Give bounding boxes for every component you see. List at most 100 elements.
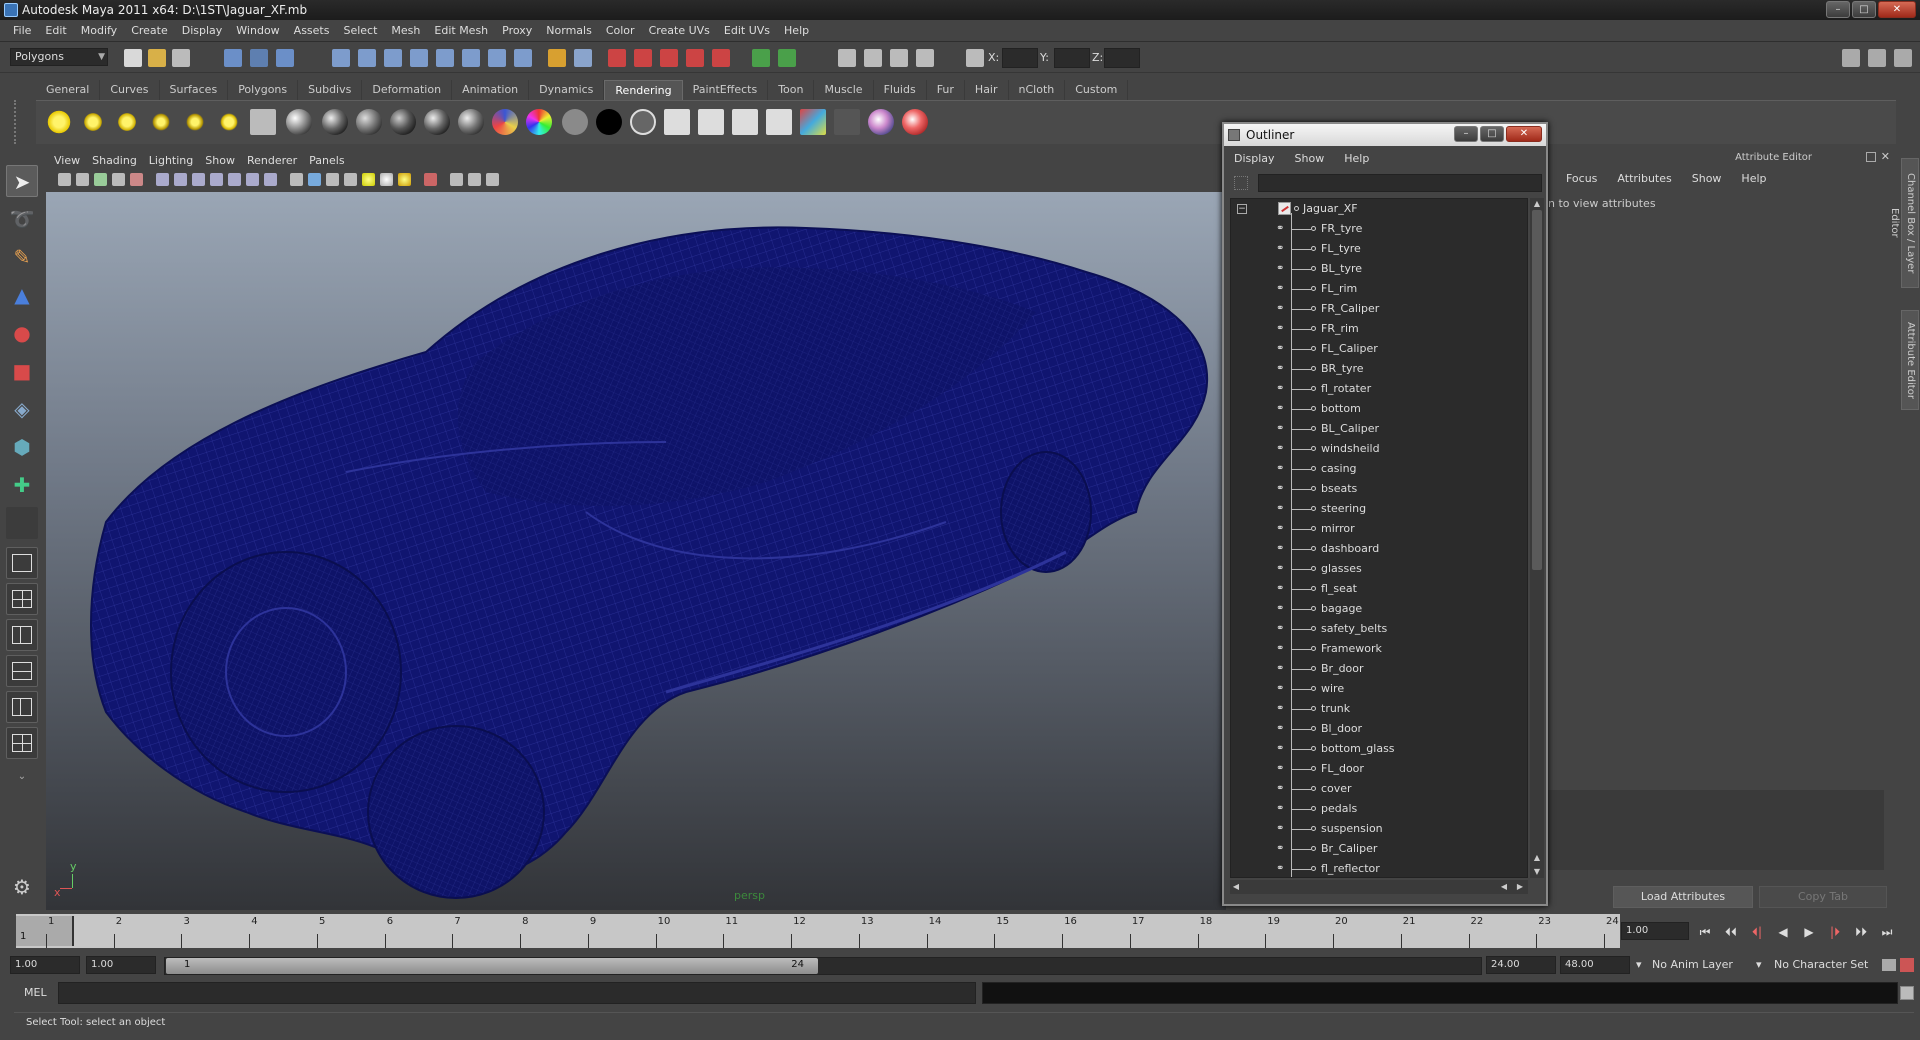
chevron-down-icon[interactable]: ▾ (1756, 956, 1762, 974)
close-button[interactable]: ✕ (1878, 1, 1916, 18)
select-camera-icon[interactable] (58, 173, 71, 186)
show-channel-box-icon[interactable] (1894, 49, 1912, 67)
numeric-input-icon[interactable] (966, 49, 984, 67)
x-coord-field[interactable] (1002, 48, 1038, 68)
character-set-dropdown[interactable]: No Character Set (1774, 956, 1868, 974)
step-forward-frame-button[interactable]: |⏵ (1824, 922, 1846, 942)
outliner-item[interactable]: ⚭ safety_belts (1231, 619, 1527, 639)
shelf-tab-subdivs[interactable]: Subdivs (298, 80, 363, 100)
film-gate-icon[interactable] (174, 173, 187, 186)
chevron-left-icon[interactable]: ◀ (1230, 881, 1242, 893)
outliner-item[interactable]: ⚭ suspension (1231, 819, 1527, 839)
menu-mesh[interactable]: Mesh (384, 24, 427, 37)
outliner-item[interactable]: ⚭ fl_rotater (1231, 379, 1527, 399)
shelf-tab-animation[interactable]: Animation (452, 80, 530, 100)
vp-menu-shading[interactable]: Shading (92, 154, 145, 167)
surface-shader-icon[interactable] (526, 109, 552, 135)
menu-modify[interactable]: Modify (74, 24, 124, 37)
volume-light-icon[interactable] (216, 109, 242, 135)
new-scene-icon[interactable] (124, 49, 142, 67)
outliner-item[interactable]: ⚭ FL_rim (1231, 279, 1527, 299)
rotate-tool[interactable]: ● (6, 317, 38, 349)
menu-edit-mesh[interactable]: Edit Mesh (427, 24, 495, 37)
preferences-icon[interactable] (1900, 958, 1914, 972)
paint-select-tool[interactable]: ✎ (6, 241, 38, 273)
ae-menu-show[interactable]: Show (1682, 172, 1732, 192)
step-back-frame-button[interactable]: ⏴| (1746, 922, 1768, 942)
float-panel-icon[interactable] (1866, 152, 1876, 162)
load-attributes-button[interactable]: Load Attributes (1613, 886, 1753, 908)
vp-menu-view[interactable]: View (54, 154, 88, 167)
show-tool-settings-icon[interactable] (1868, 49, 1886, 67)
command-language-label[interactable]: MEL (24, 986, 47, 999)
universal-manipulator-tool[interactable]: ◈ (6, 393, 38, 425)
display-image-icon[interactable] (838, 49, 856, 67)
wireframe-on-shaded-icon[interactable] (326, 173, 339, 186)
xray-joints-icon[interactable] (468, 173, 481, 186)
menu-assets[interactable]: Assets (287, 24, 337, 37)
render-options-icon[interactable] (712, 49, 730, 67)
menu-create-uvs[interactable]: Create UVs (642, 24, 717, 37)
shelf-tab-painteffects[interactable]: PaintEffects (683, 80, 769, 100)
layered-shader-icon[interactable] (458, 109, 484, 135)
outliner-item[interactable]: ⚭ BL_Caliper (1231, 419, 1527, 439)
ramp-shader-icon[interactable] (492, 109, 518, 135)
xray-components-icon[interactable] (486, 173, 499, 186)
gate-mask-icon[interactable] (210, 173, 223, 186)
outliner-item[interactable]: ⚭ Br_Caliper (1231, 839, 1527, 859)
script-editor-icon[interactable] (1900, 986, 1914, 1000)
outliner-item[interactable]: ⚭ Framework (1231, 639, 1527, 659)
current-time-field[interactable]: 1.00 (1621, 922, 1689, 940)
default-light-icon[interactable] (398, 173, 411, 186)
point-light-icon[interactable] (114, 109, 140, 135)
toolbox-expand[interactable]: ⌄ (6, 767, 38, 787)
step-back-key-button[interactable]: ⏴⏴ (1720, 922, 1742, 942)
shelf-tab-deformation[interactable]: Deformation (362, 80, 453, 100)
outliner-item-root[interactable]: − Jaguar_XF (1231, 199, 1527, 219)
chevron-down-icon[interactable]: ▾ (1636, 956, 1642, 974)
construction-history-icon[interactable] (488, 49, 506, 67)
safe-title-icon[interactable] (264, 173, 277, 186)
key-icon[interactable] (1882, 959, 1896, 971)
anim-layer-dropdown[interactable]: No Anim Layer (1652, 956, 1733, 974)
outliner-item[interactable]: ⚭ windsheild (1231, 439, 1527, 459)
menu-normals[interactable]: Normals (539, 24, 599, 37)
rear-right-wheel-mesh[interactable] (1000, 451, 1092, 573)
lasso-tool[interactable]: ➰ (6, 203, 38, 235)
collapse-icon[interactable]: − (1237, 204, 1247, 214)
shelf-tab-fluids[interactable]: Fluids (874, 80, 927, 100)
ipr-render-status-icon[interactable] (634, 49, 652, 67)
outliner-menu-show[interactable]: Show (1285, 150, 1335, 168)
shelf-tab-surfaces[interactable]: Surfaces (160, 80, 229, 100)
render-settings-icon[interactable] (766, 109, 792, 135)
start-time-field[interactable]: 1.00 (10, 956, 80, 974)
shelf-tab-rendering[interactable]: Rendering (604, 80, 683, 100)
isolate-select-icon[interactable] (424, 173, 437, 186)
outliner-item[interactable]: ⚭ wire (1231, 679, 1527, 699)
ambient-light-icon[interactable] (46, 109, 72, 135)
outliner-item[interactable]: ⚭ cover (1231, 779, 1527, 799)
snap-curve-icon[interactable] (358, 49, 376, 67)
shelf-tab-curves[interactable]: Curves (100, 80, 160, 100)
maximize-button[interactable]: □ (1852, 1, 1876, 18)
close-icon[interactable]: ✕ (1881, 150, 1890, 163)
menu-set-dropdown[interactable]: Polygons ▼ (10, 48, 108, 66)
hypershade-icon[interactable] (800, 109, 826, 135)
directional-light-icon[interactable] (80, 109, 106, 135)
outliner-filter-icon[interactable] (1234, 176, 1248, 190)
outliner-menu-display[interactable]: Display (1224, 150, 1285, 168)
toggle-channel-box-icon[interactable] (752, 49, 770, 67)
outliner-item[interactable]: ⚭ BL_tyre (1231, 259, 1527, 279)
outliner-vertical-scrollbar[interactable]: ▲ ▲ ▼ (1530, 198, 1544, 878)
snap-grid-icon[interactable] (332, 49, 350, 67)
outliner-item[interactable]: ⚭ casing (1231, 459, 1527, 479)
shelf-grip[interactable] (14, 100, 34, 144)
camera-attributes-icon[interactable] (76, 173, 89, 186)
spot-light-icon[interactable] (148, 109, 174, 135)
layout-persp-graph-outliner[interactable] (6, 727, 38, 759)
outliner-item[interactable]: ⚭ steering (1231, 499, 1527, 519)
snap-point-icon[interactable] (384, 49, 402, 67)
outliner-item[interactable]: ⚭ trunk (1231, 699, 1527, 719)
shelf-tab-fur[interactable]: Fur (927, 80, 965, 100)
paint-canvas-icon[interactable] (868, 109, 894, 135)
